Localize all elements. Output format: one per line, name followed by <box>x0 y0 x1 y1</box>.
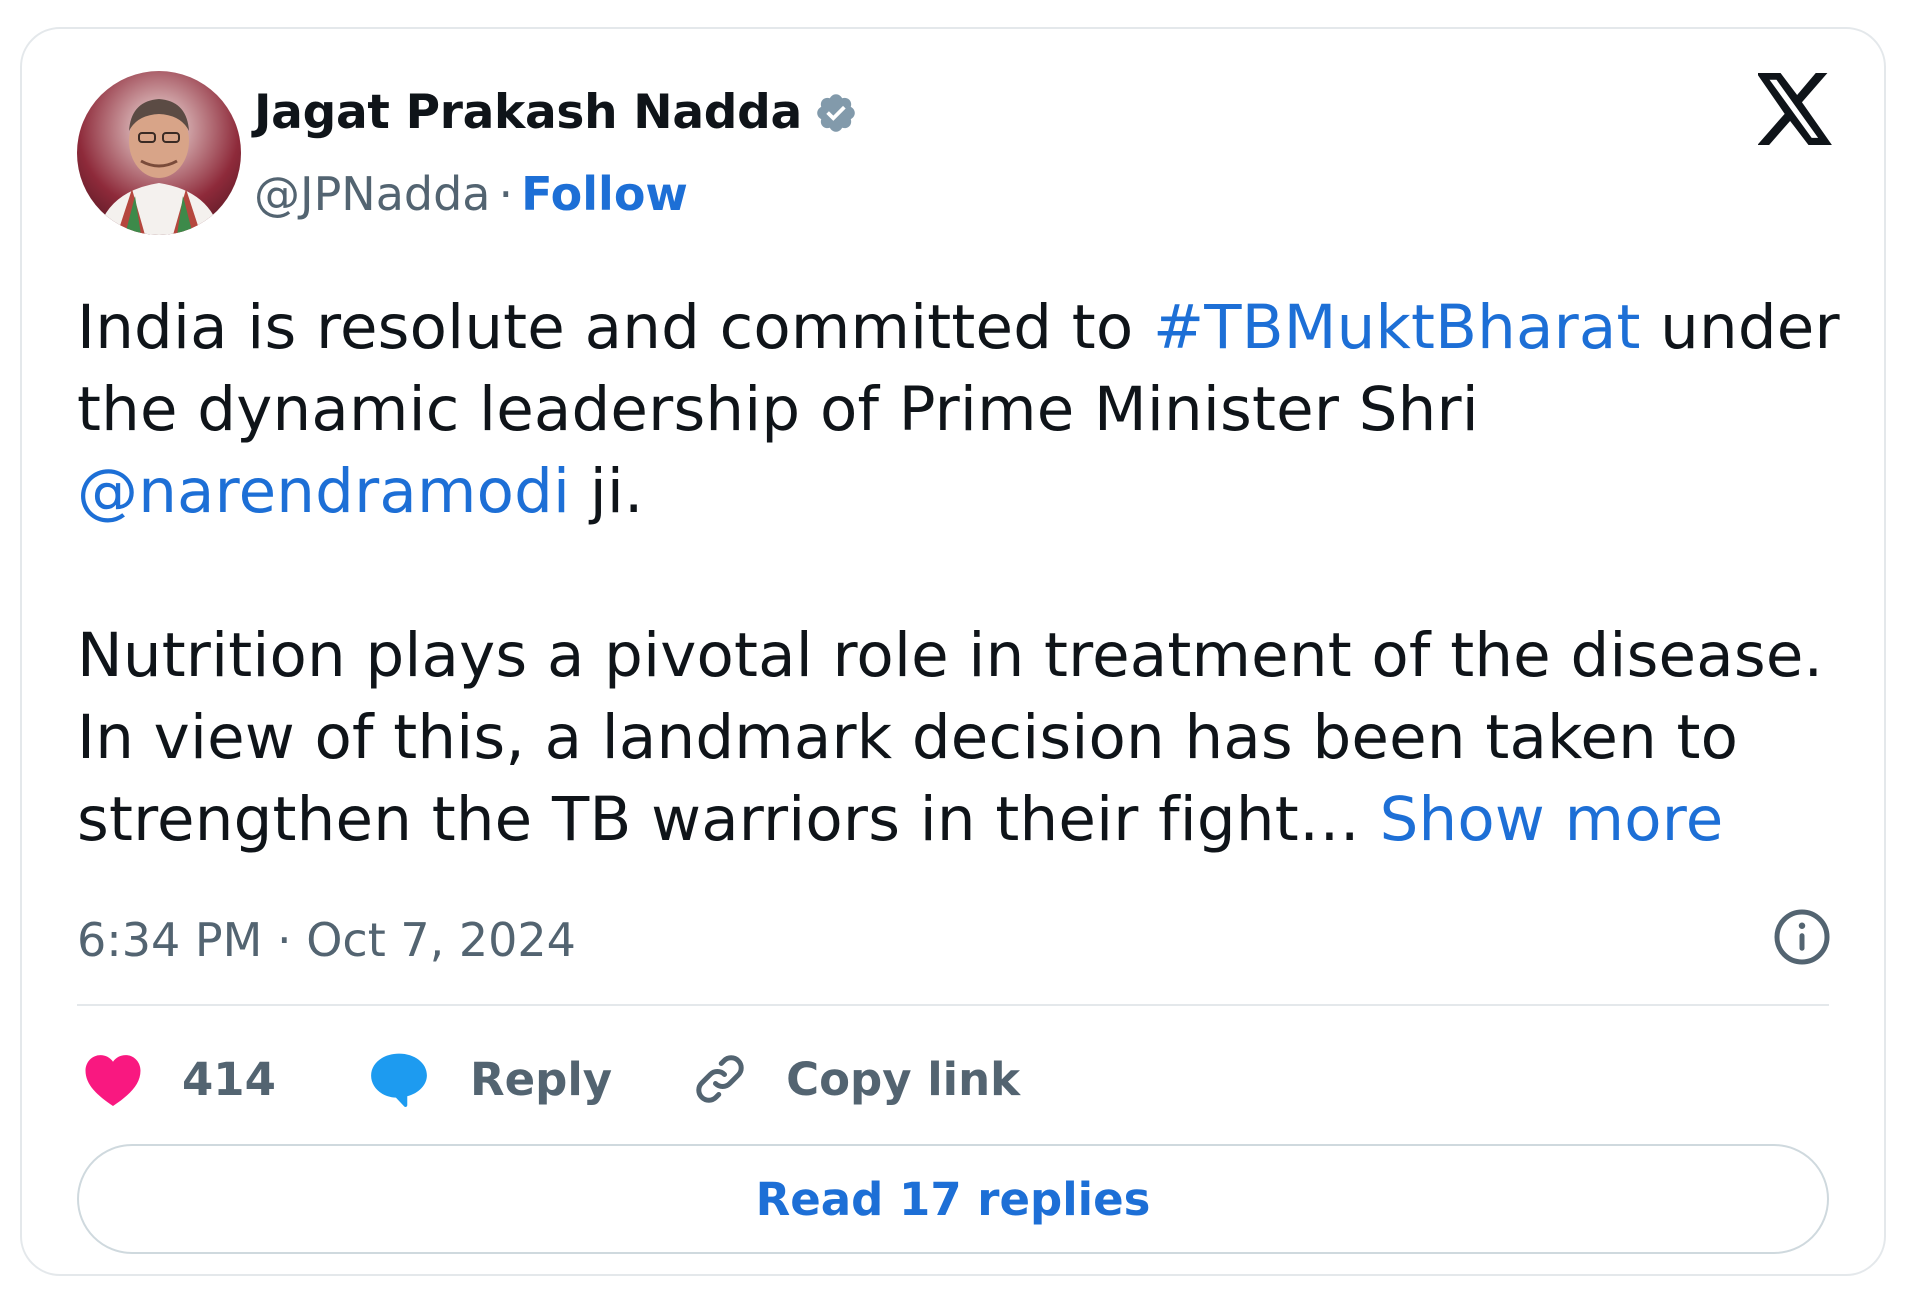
tweet-paragraph-2: Nutrition plays a pivotal role in treatm… <box>77 615 1857 861</box>
divider <box>77 1004 1829 1006</box>
reply-label: Reply <box>469 1052 613 1106</box>
tweet-text-segment: India is resolute and committed to <box>77 292 1153 363</box>
heart-icon <box>85 1055 141 1106</box>
hashtag-link[interactable]: #TBMuktBharat <box>1153 292 1641 363</box>
link-icon <box>696 1055 744 1103</box>
tweet-text: India is resolute and committed to #TBMu… <box>77 287 1857 861</box>
tweet-text-segment: under <box>1640 292 1840 363</box>
author-name[interactable]: Jagat Prakash Nadda <box>254 85 802 140</box>
avatar[interactable] <box>77 71 241 235</box>
tweet-text-segment: the dynamic leadership of Prime Minister… <box>77 374 1479 445</box>
separator-dot: · <box>498 167 514 221</box>
reply-button[interactable]: Reply <box>368 1050 612 1108</box>
copy-link-label: Copy link <box>786 1052 1021 1106</box>
timestamp[interactable]: 6:34 PM · Oct 7, 2024 <box>77 913 576 967</box>
author-handle[interactable]: @JPNadda <box>254 167 491 221</box>
like-button[interactable]: 414 <box>82 1051 276 1107</box>
x-logo-icon[interactable] <box>1756 73 1834 145</box>
follow-button[interactable]: Follow <box>521 167 688 221</box>
speech-bubble-icon <box>371 1053 427 1107</box>
tweet-text-segment: ji. <box>570 456 644 527</box>
like-count: 414 <box>182 1052 276 1106</box>
tweet-card: Jagat Prakash Nadda @JPNadda · Follow Indi… <box>20 27 1886 1276</box>
handle-row: @JPNadda · Follow <box>254 167 688 221</box>
mention-link[interactable]: @narendramodi <box>77 456 570 527</box>
action-bar: 414 Reply Copy link <box>82 1039 1020 1119</box>
verified-badge-icon <box>814 91 858 135</box>
tweet-paragraph-1: India is resolute and committed to #TBMu… <box>77 287 1857 533</box>
copy-link-button[interactable]: Copy link <box>690 1049 1020 1109</box>
author-name-row[interactable]: Jagat Prakash Nadda <box>254 85 858 140</box>
info-icon[interactable] <box>1772 907 1832 967</box>
show-more-link[interactable]: Show more <box>1380 784 1724 855</box>
read-replies-button[interactable]: Read 17 replies <box>77 1144 1829 1254</box>
